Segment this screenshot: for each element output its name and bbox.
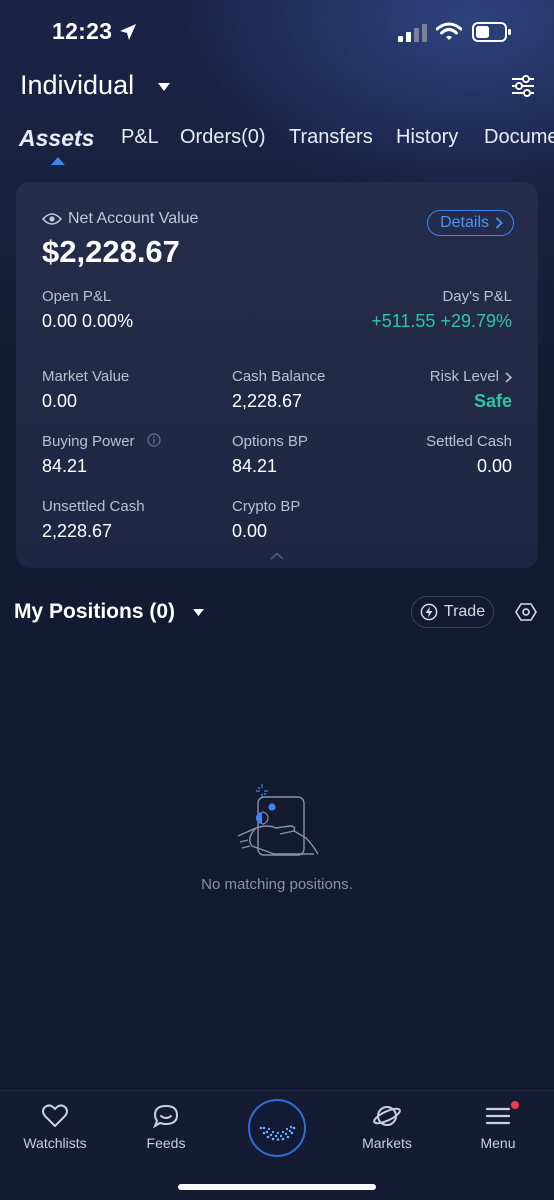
details-label: Details — [440, 214, 489, 231]
info-icon[interactable] — [147, 433, 161, 447]
market-value: 0.00 — [42, 391, 78, 411]
options-bp-value: 84.21 — [232, 456, 278, 476]
cellular-signal-icon — [398, 24, 427, 42]
settled-cash-label: Settled Cash — [426, 433, 512, 450]
crypto-bp-value: 0.00 — [232, 521, 268, 541]
open-pl-value: 0.00 0.00% — [42, 311, 134, 331]
net-account-value: $2,228.67 — [42, 234, 180, 269]
tab-history[interactable]: History — [396, 126, 458, 149]
eye-icon[interactable] — [42, 212, 62, 226]
tab-assets[interactable]: Assets — [19, 125, 94, 152]
notification-badge — [511, 1101, 519, 1109]
tab-orders[interactable]: Orders(0) — [180, 126, 266, 149]
tab-transfers[interactable]: Transfers — [289, 126, 373, 149]
app-screen: 12:23 Individual Assets P&L Orders(0) Tr… — [0, 0, 554, 1200]
filter-settings-icon[interactable] — [510, 74, 536, 98]
risk-level-label: Risk Level — [429, 368, 499, 385]
positions-title: My Positions (0) — [14, 600, 176, 623]
options-bp-label: Options BP — [232, 433, 308, 450]
location-arrow-icon — [120, 24, 136, 40]
empty-positions-text: No matching positions. — [201, 876, 353, 893]
trade-label: Trade — [443, 603, 486, 620]
nav-markets[interactable]: Markets — [337, 1103, 437, 1151]
settled-cash-value: 0.00 — [476, 456, 512, 476]
net-account-value-label-row: Net Account Value — [42, 210, 198, 228]
status-bar: 12:23 — [0, 0, 554, 64]
nav-feeds[interactable]: Feeds — [116, 1103, 216, 1151]
hexagon-settings-icon[interactable] — [515, 601, 537, 623]
home-indicator[interactable] — [178, 1184, 376, 1190]
nav-watchlists[interactable]: Watchlists — [5, 1103, 105, 1151]
net-account-value-label: Net Account Value — [68, 210, 199, 227]
status-time: 12:23 — [52, 18, 113, 44]
caret-down-icon — [193, 609, 204, 616]
empty-positions-illustration — [237, 784, 319, 856]
cash-balance-label: Cash Balance — [232, 368, 326, 385]
crypto-bp-label: Crypto BP — [232, 498, 301, 515]
chevron-right-icon — [505, 371, 512, 383]
open-pl-label: Open P&L — [42, 288, 112, 305]
cash-balance-value: 2,228.67 — [232, 391, 303, 411]
home-orb-button[interactable] — [248, 1099, 306, 1157]
menu-icon — [485, 1107, 511, 1125]
chevron-right-icon — [495, 217, 503, 229]
buying-power-label: Buying Power — [42, 433, 135, 450]
nav-feeds-label: Feeds — [146, 1135, 186, 1151]
account-name: Individual — [20, 70, 135, 100]
trade-button[interactable]: Trade — [411, 596, 494, 628]
wifi-icon — [436, 22, 462, 40]
details-button[interactable]: Details — [427, 210, 514, 236]
unsettled-cash-label: Unsettled Cash — [42, 498, 145, 515]
collapse-chevron-icon[interactable] — [270, 552, 284, 560]
market-value-label: Market Value — [42, 368, 130, 385]
nav-watchlists-label: Watchlists — [23, 1135, 87, 1151]
risk-level-value: Safe — [473, 391, 512, 411]
home-orb-icon — [259, 1125, 296, 1141]
active-tab-indicator — [51, 157, 65, 165]
day-pl-value: +511.55 +29.79% — [371, 311, 512, 331]
caret-down-icon — [158, 83, 170, 91]
day-pl-label: Day's P&L — [442, 288, 512, 305]
tab-pl[interactable]: P&L — [121, 126, 159, 149]
buying-power-value: 84.21 — [42, 456, 88, 476]
nav-menu[interactable]: Menu — [448, 1103, 548, 1151]
chat-icon — [152, 1104, 179, 1129]
planet-icon — [373, 1106, 401, 1126]
nav-menu-label: Menu — [480, 1135, 516, 1151]
battery-icon — [472, 22, 511, 42]
nav-markets-label: Markets — [362, 1135, 412, 1151]
lightning-icon — [420, 603, 438, 621]
unsettled-cash-value: 2,228.67 — [42, 521, 113, 541]
tab-documents[interactable]: Docume — [484, 126, 554, 149]
account-summary-card: Net Account Value $2,228.67 Details Open… — [16, 182, 538, 568]
heart-icon — [42, 1104, 68, 1127]
tab-bar: Assets P&L Orders(0) Transfers History D… — [0, 122, 554, 170]
risk-level-link[interactable]: Risk Level — [430, 368, 512, 385]
